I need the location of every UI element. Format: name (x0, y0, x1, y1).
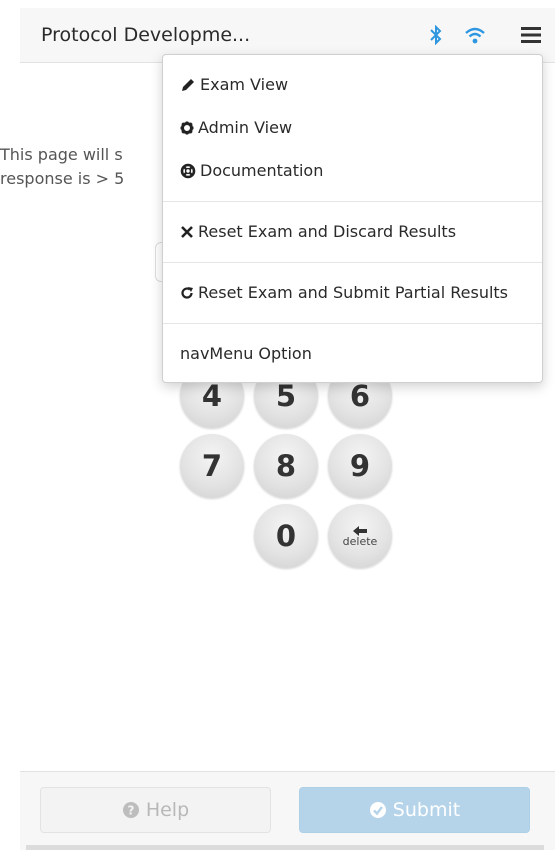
submit-button[interactable]: Submit (299, 787, 530, 833)
menu-item-documentation[interactable]: Documentation (180, 156, 323, 186)
menu-item-label: navMenu Option (180, 344, 312, 363)
menu-item-label: Documentation (200, 161, 324, 180)
question-circle-icon: ? (122, 802, 139, 818)
menu-item-admin-view[interactable]: Admin View (180, 113, 292, 143)
menu-item-exam-view[interactable]: Exam View (180, 70, 288, 100)
check-circle-icon (369, 802, 386, 818)
submit-button-label: Submit (392, 799, 461, 821)
key-9[interactable]: 9 (328, 434, 392, 498)
menu-item-label: Reset Exam and Discard Results (198, 222, 457, 241)
menu-divider (163, 323, 542, 324)
bluetooth-icon[interactable] (429, 24, 443, 49)
instructions-line-2: response is > 5 (0, 169, 125, 188)
times-icon (181, 226, 193, 238)
menu-divider (163, 262, 542, 263)
menu-item-label: Reset Exam and Submit Partial Results (198, 283, 509, 302)
help-button-label: Help (145, 799, 190, 821)
menu-icon[interactable] (521, 26, 541, 48)
instructions-line-1: This page will s (0, 145, 123, 164)
life-ring-icon (180, 163, 196, 179)
wifi-icon[interactable] (464, 27, 486, 49)
delete-key-label: delete (342, 534, 378, 548)
svg-text:?: ? (127, 804, 134, 818)
menu-item-navmenu-option[interactable]: navMenu Option (180, 339, 312, 369)
cog-icon (180, 121, 194, 135)
menu-item-label: Exam View (200, 75, 289, 94)
menu-item-reset-discard[interactable]: Reset Exam and Discard Results (180, 217, 456, 247)
key-0[interactable]: 0 (254, 504, 318, 568)
key-7[interactable]: 7 (180, 434, 244, 498)
menu-item-reset-submit-partial[interactable]: Reset Exam and Submit Partial Results (180, 278, 508, 308)
delete-key[interactable]: delete (328, 504, 392, 568)
footer-bar: ? Help Submit (20, 771, 555, 850)
refresh-icon (181, 287, 193, 299)
instructions-text: This page will s response is > 5 (0, 143, 124, 191)
nav-dropdown-menu: Exam View Admin View Documentation Reset… (162, 54, 543, 383)
key-8[interactable]: 8 (254, 434, 318, 498)
menu-divider (163, 201, 542, 202)
pencil-icon (182, 79, 194, 91)
help-button[interactable]: ? Help (40, 787, 271, 833)
menu-item-label: Admin View (198, 118, 293, 137)
bottom-divider (26, 845, 544, 850)
